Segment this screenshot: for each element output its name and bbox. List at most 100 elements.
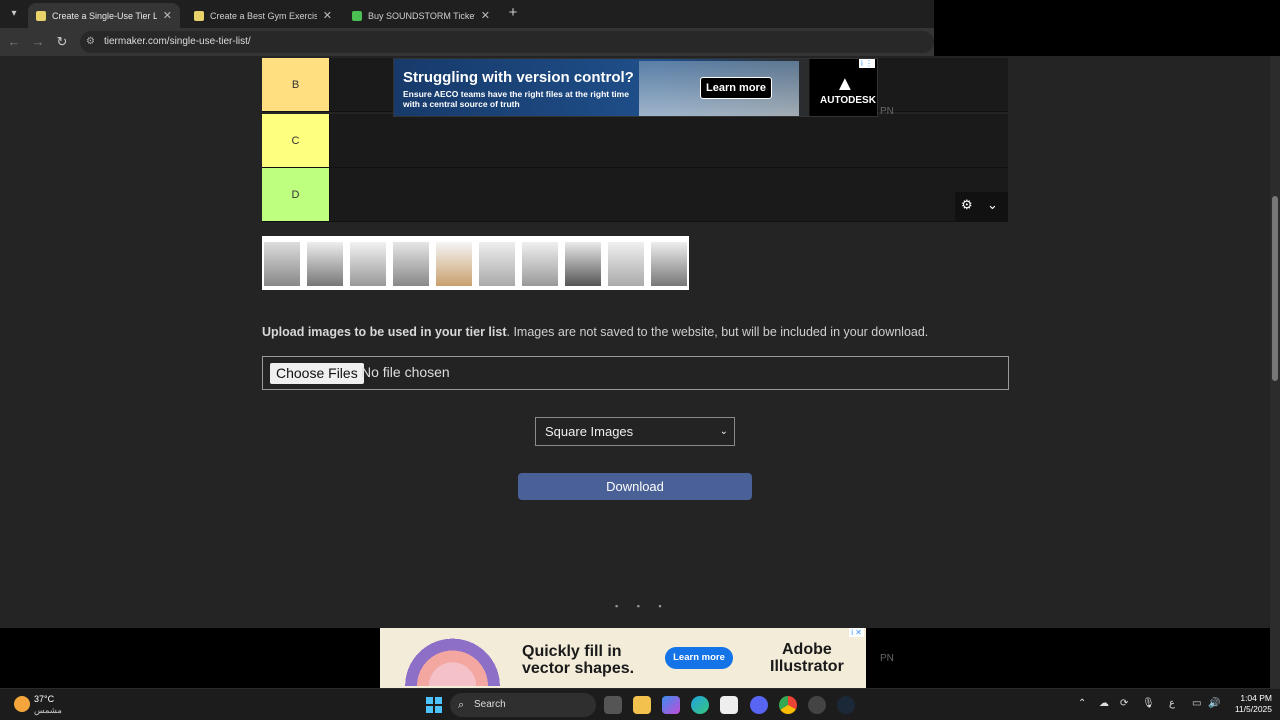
page-scrollbar[interactable] (1270, 56, 1280, 688)
taskbar-search[interactable]: ⌕ Search (450, 693, 596, 717)
sync-icon[interactable]: ⟳ (1120, 698, 1128, 709)
exercise-image[interactable] (393, 242, 429, 286)
edge-icon[interactable] (691, 696, 709, 714)
chevron-down-icon: ⌄ (719, 426, 728, 437)
upload-instructions-bold: Upload images to be used in your tier li… (262, 325, 507, 339)
adchoices-icon[interactable]: i ⋮ (859, 59, 875, 68)
system-clock[interactable]: 1:04 PM 11/5/2025 (1228, 693, 1272, 715)
ad-headline: Struggling with version control? (403, 69, 634, 86)
scrollbar-thumb[interactable] (1272, 196, 1278, 381)
ad-label: PN (880, 106, 894, 117)
autodesk-logo-icon: ▲ (835, 73, 855, 95)
choose-files-button[interactable]: Choose Files (270, 363, 364, 384)
tab-tiermaker-single-use[interactable]: Create a Single-Use Tier List (P ✕ (28, 3, 180, 28)
weather-sun-icon[interactable] (14, 696, 30, 712)
tiermaker-page: B C D ⚙ ⌄ Struggling with version contro… (0, 56, 1280, 688)
image-shape-select[interactable]: Square Images ⌄ (535, 417, 735, 446)
ad-brand: AUTODESK (820, 95, 876, 106)
tab-soundstorm[interactable]: Buy SOUNDSTORM Tickets 202 ✕ (344, 3, 498, 28)
tab-title: Create a Best Gym Exercises (10 (210, 10, 317, 21)
ad-brand-line: Adobe (782, 641, 832, 658)
tab-search-icon[interactable]: ▾ (4, 4, 24, 24)
chatgpt-icon[interactable] (808, 696, 826, 714)
tier-drop-zone[interactable] (329, 168, 1008, 221)
tier-row-c: C (262, 114, 1008, 168)
tier-drop-zone[interactable] (329, 114, 1008, 167)
windows-start-icon[interactable] (426, 697, 442, 713)
gear-icon[interactable]: ⚙ (961, 197, 973, 213)
close-tab-icon[interactable]: ✕ (163, 9, 172, 22)
file-explorer-icon[interactable] (633, 696, 651, 714)
browser-toolbar: ← → ↻ ⚙ tiermaker.com/single-use-tier-li… (0, 28, 934, 56)
close-tab-icon[interactable]: ✕ (323, 9, 332, 22)
chevron-up-icon[interactable]: ⌃ (1078, 698, 1086, 709)
network-icon[interactable]: ▭ (1192, 698, 1201, 709)
ad-learn-more-button[interactable]: Learn more (665, 647, 733, 669)
search-icon: ⌕ (458, 699, 465, 711)
upload-instructions: Upload images to be used in your tier li… (262, 325, 928, 339)
exercise-image[interactable] (651, 242, 687, 286)
file-status-text: No file chosen (361, 364, 450, 380)
ad-headline-line: Quickly fill in (522, 643, 622, 660)
site-info-icon[interactable]: ⚙ (86, 31, 95, 53)
cloud-icon[interactable]: ☁ (1099, 698, 1109, 709)
tier-label[interactable]: C (262, 114, 329, 167)
tab-tiermaker-gym[interactable]: Create a Best Gym Exercises (10 ✕ (186, 3, 340, 28)
tier-label[interactable]: B (262, 58, 329, 111)
reload-icon[interactable]: ↻ (53, 33, 71, 51)
ad-label: PN (880, 653, 894, 664)
address-bar[interactable]: ⚙ tiermaker.com/single-use-tier-list/ (80, 31, 934, 53)
clock-time: 1:04 PM (1240, 693, 1272, 703)
exercise-image[interactable] (608, 242, 644, 286)
adchoices-icon[interactable]: i ✕ (849, 628, 864, 637)
exercise-image[interactable] (350, 242, 386, 286)
tab-title: Buy SOUNDSTORM Tickets 202 (368, 10, 475, 21)
tier-settings-control[interactable]: ⚙ ⌄ (955, 192, 1008, 222)
exercise-image[interactable] (522, 242, 558, 286)
new-tab-button[interactable]: + (504, 4, 522, 22)
unranked-image-pool[interactable] (262, 236, 689, 290)
steam-icon[interactable] (837, 696, 855, 714)
ad-learn-more-button[interactable]: Learn more (700, 77, 772, 99)
file-input[interactable]: Choose Files No file chosen (262, 356, 1009, 390)
task-view-icon[interactable] (604, 696, 622, 714)
exercise-image[interactable] (264, 242, 300, 286)
close-tab-icon[interactable]: ✕ (481, 9, 490, 22)
forward-arrow-icon[interactable]: → (29, 33, 47, 51)
search-label: Search (474, 699, 506, 710)
clock-date: 11/5/2025 (1234, 704, 1272, 714)
chevron-down-icon[interactable]: ⌄ (987, 197, 998, 213)
discord-icon[interactable] (750, 696, 768, 714)
ad-brand-line: Illustrator (770, 658, 844, 675)
weather-temperature[interactable]: 37°C (34, 694, 54, 704)
tiermaker-favicon-icon (194, 10, 204, 21)
taskbar: 37°C مشمس ⌕ Search ⌃ ☁ ⟳ 🎙 ع ▭ 🔊 1:04 PM… (0, 688, 1280, 720)
input-language-indicator[interactable]: ع (1169, 698, 1175, 709)
tier-row-d: D (262, 168, 1008, 222)
copilot-icon[interactable] (662, 696, 680, 714)
exercise-image[interactable] (436, 242, 472, 286)
autodesk-banner-ad[interactable]: Struggling with version control? Ensure … (393, 58, 878, 117)
ticket-favicon-icon (352, 10, 362, 21)
loading-indicator: ▪ ▪ ▪ (615, 601, 670, 611)
chrome-icon[interactable] (779, 696, 797, 714)
back-arrow-icon[interactable]: ← (5, 33, 23, 51)
exercise-image[interactable] (479, 242, 515, 286)
tier-label[interactable]: D (262, 168, 329, 221)
tab-title: Create a Single-Use Tier List (P (52, 10, 157, 21)
download-button[interactable]: Download (518, 473, 752, 500)
ad-headline: Quickly fill in vector shapes. (522, 643, 634, 677)
select-value: Square Images (545, 424, 634, 439)
ad-brand: Adobe Illustrator (770, 641, 844, 675)
microphone-icon[interactable]: 🎙 (1142, 698, 1155, 709)
volume-icon[interactable]: 🔊 (1208, 698, 1220, 709)
ad-subtext: Ensure AECO teams have the right files a… (403, 89, 629, 109)
microsoft-store-icon[interactable] (720, 696, 738, 714)
exercise-image[interactable] (307, 242, 343, 286)
exercise-image[interactable] (565, 242, 601, 286)
tiermaker-favicon-icon (36, 10, 46, 21)
url-text: tiermaker.com/single-use-tier-list/ (104, 36, 251, 47)
ad-illustration (395, 632, 510, 686)
adobe-illustrator-banner-ad[interactable]: Quickly fill in vector shapes. Learn mor… (380, 628, 866, 688)
weather-description[interactable]: مشمس (34, 705, 62, 716)
